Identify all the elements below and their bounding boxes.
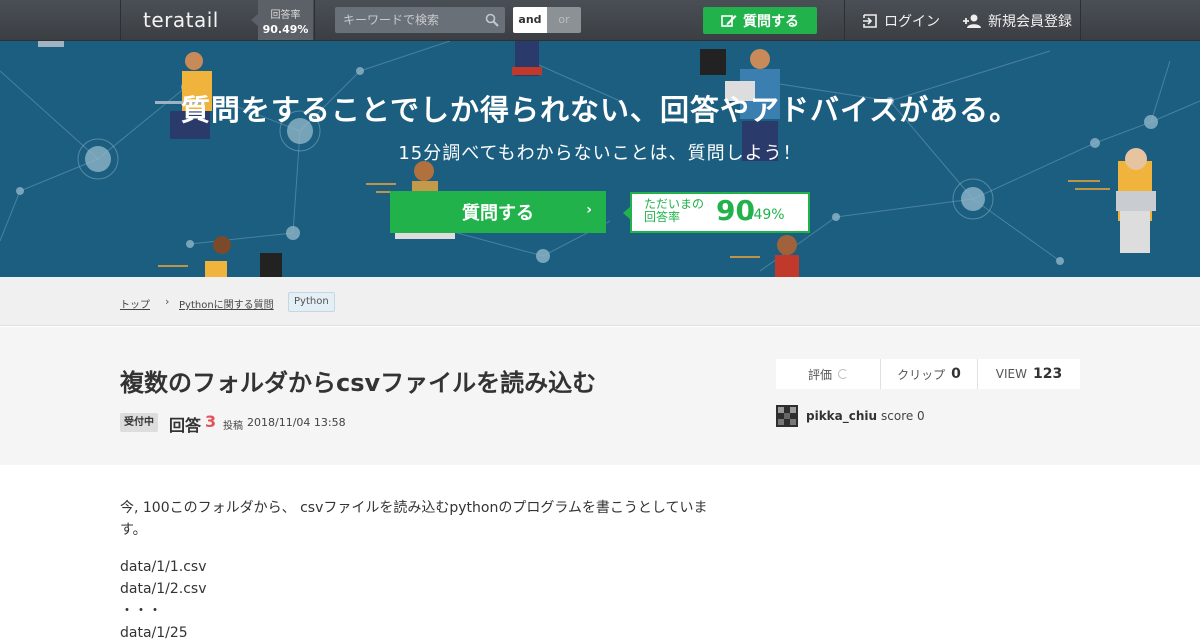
search-mode-toggle: and or <box>513 7 581 33</box>
question-intro: 今, 100このフォルダから、 csvファイルを読み込むpythonのプログラム… <box>120 500 708 538</box>
login-label: ログイン <box>884 14 940 30</box>
hero-answer-rate: ただいまの回答率 90 .49% <box>623 192 810 233</box>
rating-stat[interactable]: 評価 <box>776 359 880 389</box>
search-box <box>335 7 505 33</box>
hero-rate-decimal: .49% <box>749 207 785 223</box>
answer-rate-label: 回答率 <box>270 10 301 21</box>
loading-spinner-icon <box>838 369 848 379</box>
list-item: ・・・ <box>120 603 162 619</box>
clip-label: クリップ <box>897 367 946 382</box>
question-header: 複数のフォルダからcsvファイルを読み込む 受付中 回答 3 投稿 2018/1… <box>0 327 1200 465</box>
breadcrumb: トップ › Pythonに関する質問 Python <box>0 277 1200 326</box>
header-ask-label: 質問する <box>743 13 799 30</box>
avatar[interactable] <box>776 405 798 427</box>
view-count: 123 <box>1032 366 1063 382</box>
answers-label: 回答 <box>169 416 202 435</box>
add-user-icon <box>963 14 981 28</box>
question-body: 今, 100このフォルダから、 csvファイルを読み込むpythonのプログラム… <box>120 497 720 644</box>
posted-date: 2018/11/04 13:58 <box>247 416 346 429</box>
list-item: data/1/1.csv <box>120 559 207 575</box>
question-stats: 評価 クリップ 0 VIEW 123 <box>776 359 1080 389</box>
header-ask-button[interactable]: 質問する <box>703 7 817 34</box>
global-header: teratail 回答率 90.49% and or 質問する ログイン <box>0 0 1200 41</box>
breadcrumb-python-questions[interactable]: Pythonに関する質問 <box>179 296 274 311</box>
header-divider <box>120 0 121 40</box>
hero-title: 質問をすることでしか得られない、回答やアドバイスがある。 <box>180 93 1020 127</box>
edit-icon <box>721 14 737 27</box>
answer-rate-value: 90.49% <box>262 23 309 36</box>
hero-subtitle: 15分調べてもわからないことは、質問しよう！ <box>398 143 802 164</box>
tag-python[interactable]: Python <box>288 292 335 312</box>
view-stat: VIEW 123 <box>977 359 1080 389</box>
header-divider <box>844 0 845 40</box>
or-toggle[interactable]: or <box>547 7 581 33</box>
hero-rate-label: ただいまの回答率 <box>644 197 705 224</box>
view-label: VIEW <box>995 367 1027 381</box>
clip-stat[interactable]: クリップ 0 <box>880 359 977 389</box>
hero-ask-button[interactable]: 質問する › <box>390 191 606 233</box>
header-divider <box>314 0 315 40</box>
answers-count[interactable]: 3 <box>205 412 216 431</box>
list-item: data/1/2.csv <box>120 581 207 597</box>
login-icon <box>863 14 877 28</box>
hero-ask-label: 質問する <box>462 203 534 224</box>
register-label: 新規会員登録 <box>988 14 1072 30</box>
question-title: 複数のフォルダからcsvファイルを読み込む <box>120 369 597 397</box>
hero-banner: 質問をすることでしか得られない、回答やアドバイスがある。 15分調べてもわからな… <box>0 41 1200 277</box>
list-item: data/1/25 <box>120 625 188 641</box>
search-input[interactable] <box>335 7 480 33</box>
status-badge: 受付中 <box>120 413 158 432</box>
clip-count: 0 <box>951 366 961 382</box>
header-divider <box>1080 0 1081 40</box>
chevron-right-icon: › <box>165 295 170 308</box>
posted-label: 投稿 <box>223 421 243 432</box>
code-path-list: data/1/1.csv data/1/2.csv ・・・ data/1/25 <box>120 556 720 644</box>
author-score: score 0 <box>881 409 925 423</box>
author-name[interactable]: pikka_chiu <box>806 409 877 423</box>
rating-label: 評価 <box>807 367 832 382</box>
login-link[interactable]: ログイン <box>862 11 940 31</box>
breadcrumb-top[interactable]: トップ <box>120 296 150 311</box>
register-link[interactable]: 新規会員登録 <box>962 11 1072 31</box>
chevron-right-icon: › <box>586 202 592 218</box>
and-toggle[interactable]: and <box>513 7 547 33</box>
search-icon[interactable] <box>485 13 499 27</box>
answer-rate-badge: 回答率 90.49% <box>251 0 313 40</box>
site-logo[interactable]: teratail <box>143 8 219 32</box>
